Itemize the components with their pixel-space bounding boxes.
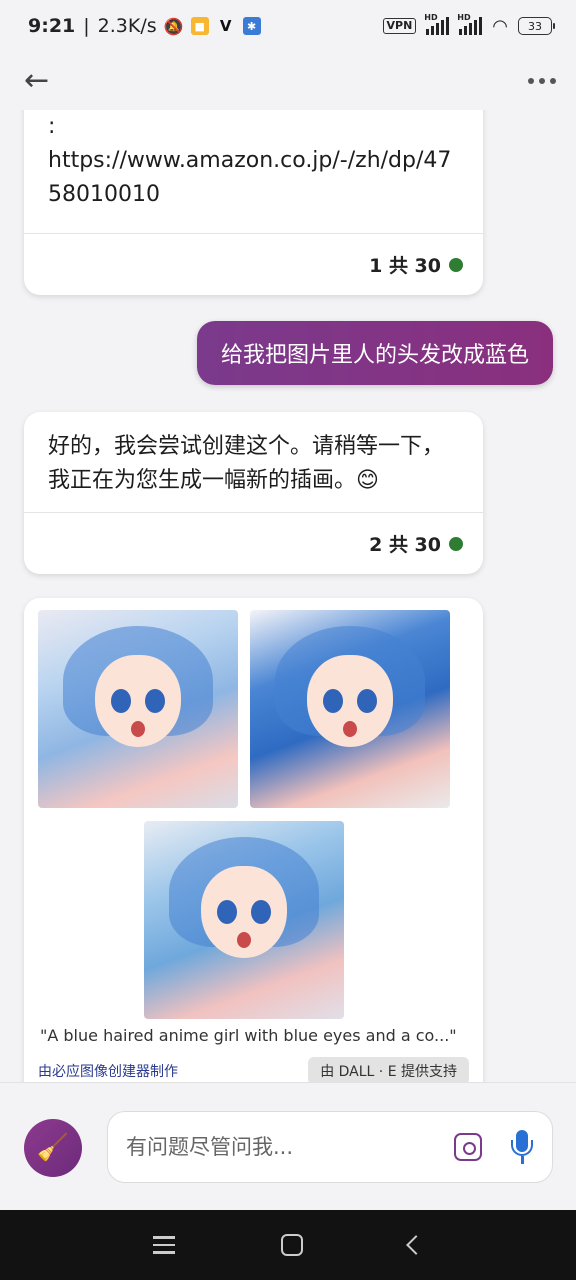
- image-credit-row: 由必应图像创建器制作 由 DALL · E 提供支持: [38, 1057, 469, 1082]
- signal-icon: HD: [424, 13, 450, 35]
- chat-input[interactable]: [126, 1135, 454, 1159]
- message-counter: 2 共 30: [369, 534, 441, 556]
- vpn-badge: VPN: [382, 18, 417, 34]
- image-result-card: "A blue haired anime girl with blue eyes…: [24, 598, 483, 1082]
- bing-image-creator-link[interactable]: 由必应图像创建器制作: [38, 1061, 178, 1081]
- system-back-icon[interactable]: [406, 1235, 426, 1255]
- bot-message: : https://www.amazon.co.jp/-/zh/dp/47580…: [24, 110, 483, 295]
- network-speed: 2.3K/s: [97, 15, 157, 37]
- bot-message: 好的，我会尝试创建这个。请稍等一下，我正在为您生成一幅新的插画。😊 2 共 30: [24, 412, 483, 574]
- generated-image-grid: [38, 610, 469, 1020]
- bell-muted-icon: 🔕: [163, 16, 184, 36]
- generated-image[interactable]: [250, 610, 450, 808]
- generated-image[interactable]: [144, 821, 344, 1019]
- shield-app-icon: ✱: [242, 17, 261, 35]
- wifi-icon: ◠: [492, 15, 508, 37]
- status-bar: 9:21 | 2.3K/s 🔕 ■ V ✱ VPN HD HD ◠ 33: [0, 0, 576, 52]
- status-left: 9:21 | 2.3K/s 🔕 ■ V ✱: [28, 15, 261, 37]
- dalle-badge: 由 DALL · E 提供支持: [308, 1057, 469, 1082]
- system-nav-bar: [0, 1210, 576, 1280]
- v-app-icon: V: [219, 17, 232, 35]
- arrow-left-icon[interactable]: ←: [24, 66, 49, 96]
- message-counter: 1 共 30: [369, 255, 441, 277]
- hd-label: HD: [424, 13, 438, 22]
- notification-app-icon: ■: [190, 17, 209, 35]
- input-bar: 🧹: [0, 1082, 576, 1210]
- bot-message-text: 好的，我会尝试创建这个。请稍等一下，我正在为您生成一幅新的插画。😊: [48, 434, 445, 493]
- status-separator: |: [83, 15, 90, 37]
- message-footer: 1 共 30: [24, 233, 483, 295]
- status-dot-icon: [449, 257, 463, 272]
- user-message: 给我把图片里人的头发改成蓝色: [196, 321, 553, 385]
- chat-area[interactable]: : https://www.amazon.co.jp/-/zh/dp/47580…: [0, 110, 576, 1082]
- generated-image[interactable]: [38, 610, 238, 808]
- image-caption: "A blue haired anime girl with blue eyes…: [40, 1026, 457, 1045]
- recent-apps-icon[interactable]: [153, 1236, 175, 1254]
- battery-icon: 33: [518, 17, 555, 35]
- status-right: VPN HD HD ◠ 33: [382, 13, 555, 37]
- chat-input-box[interactable]: [107, 1111, 553, 1183]
- battery-level: 33: [528, 19, 542, 33]
- more-dots-icon[interactable]: [528, 78, 556, 84]
- hd-label-2: HD: [457, 13, 471, 22]
- signal-icon-2: HD: [457, 13, 483, 35]
- top-nav: ←: [0, 52, 576, 110]
- home-icon[interactable]: [281, 1234, 303, 1256]
- message-footer: 2 共 30: [24, 512, 483, 574]
- camera-scan-icon[interactable]: [454, 1133, 482, 1161]
- broom-new-topic-icon[interactable]: 🧹: [24, 1119, 82, 1177]
- bot-message-text: : https://www.amazon.co.jp/-/zh/dp/47580…: [48, 114, 452, 207]
- microphone-icon[interactable]: [510, 1130, 534, 1164]
- status-time: 9:21: [28, 15, 76, 37]
- status-dot-icon: [449, 536, 463, 551]
